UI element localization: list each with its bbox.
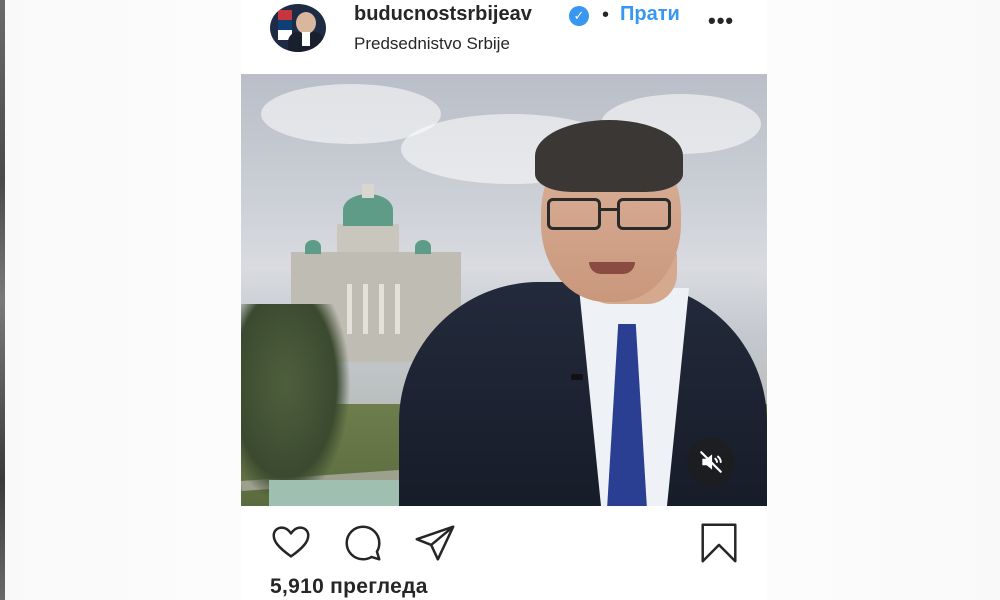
comment-icon <box>345 525 381 561</box>
building-side-dome <box>305 240 321 254</box>
building-column <box>363 284 368 334</box>
post-video[interactable] <box>241 74 767 506</box>
video-trees <box>241 304 351 504</box>
share-icon <box>415 525 455 561</box>
post-actions <box>268 520 768 564</box>
view-count[interactable]: 5,910 прегледа <box>270 575 428 599</box>
post-header: buducnostsrbijeav ✓ • Прати ••• Predsedn… <box>268 0 768 62</box>
like-button[interactable] <box>268 520 314 566</box>
share-button[interactable] <box>412 520 458 566</box>
window-edge <box>0 0 5 600</box>
person-mouth <box>589 262 635 274</box>
verified-badge-icon: ✓ <box>569 6 589 26</box>
glasses-lens <box>547 198 601 230</box>
building-dome <box>343 194 393 226</box>
avatar-shirt <box>302 32 310 46</box>
person-hair <box>535 120 683 192</box>
save-button[interactable] <box>696 520 742 566</box>
comment-button[interactable] <box>340 520 386 566</box>
glasses-bridge <box>601 208 617 211</box>
glasses <box>547 198 671 232</box>
building-column <box>379 284 384 334</box>
lapel-mic <box>571 374 583 380</box>
building-drum <box>337 224 399 252</box>
building-side-dome <box>415 240 431 254</box>
building-lantern <box>362 184 374 198</box>
avatar[interactable] <box>270 4 326 52</box>
mute-toggle-button[interactable] <box>687 438 735 486</box>
bookmark-icon <box>701 523 737 563</box>
glasses-lens <box>617 198 671 230</box>
avatar-face <box>296 12 316 34</box>
speaker-muted-icon <box>700 451 722 473</box>
location-link[interactable]: Predsednistvo Srbije <box>354 34 510 54</box>
more-options-button[interactable]: ••• <box>708 8 734 34</box>
heart-icon <box>272 526 310 558</box>
header-separator: • <box>602 4 610 26</box>
building-column <box>395 284 400 334</box>
follow-button[interactable]: Прати <box>620 3 680 26</box>
username-link[interactable]: buducnostsrbijeav <box>354 3 532 26</box>
